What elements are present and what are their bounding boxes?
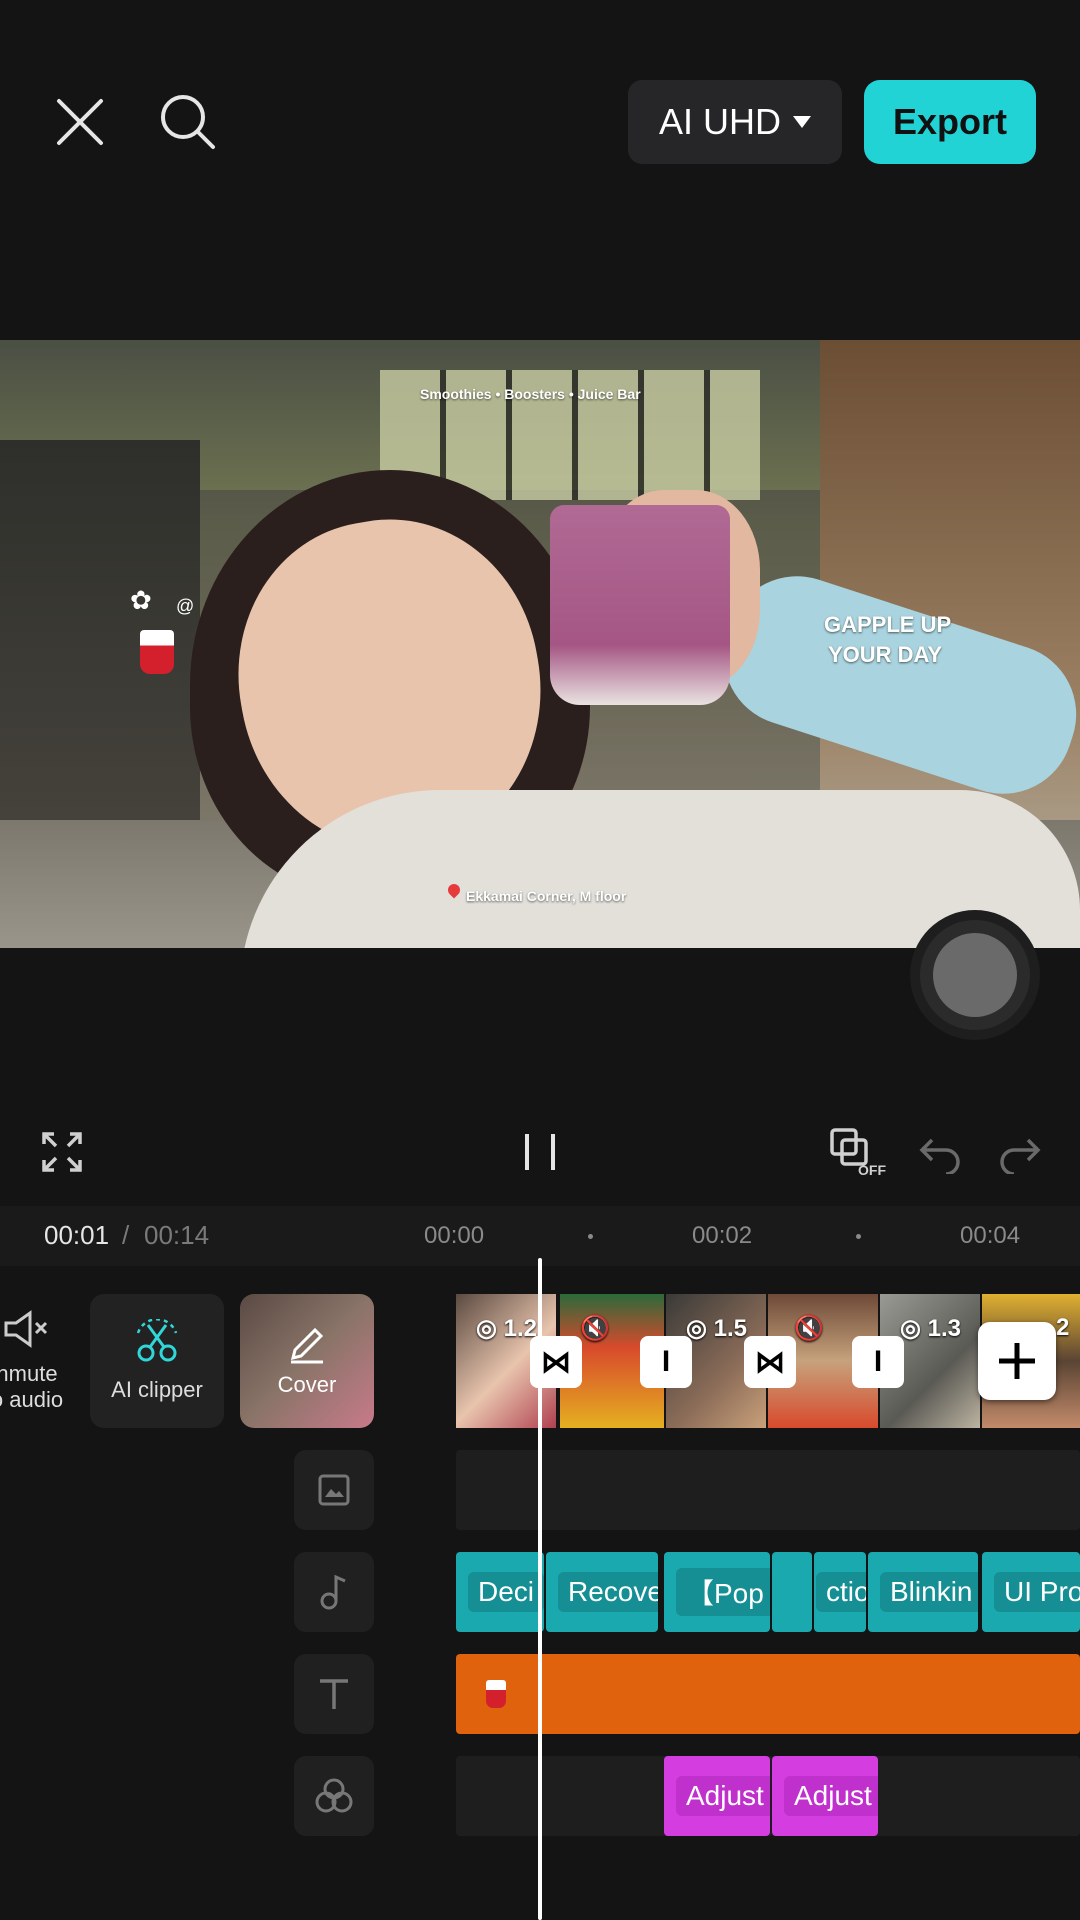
quality-dropdown[interactable]: AI UHD bbox=[628, 80, 842, 164]
plus-icon bbox=[999, 1343, 1035, 1379]
smoothie-cup bbox=[550, 505, 730, 705]
unmute-audio-button[interactable]: nmute o audio bbox=[0, 1294, 74, 1428]
playhead[interactable] bbox=[538, 1258, 542, 1920]
cup-sticker-icon bbox=[486, 1680, 506, 1708]
undo-icon bbox=[919, 1138, 960, 1176]
adjust-clip[interactable]: Adjust bbox=[772, 1756, 878, 1836]
audio-clip-label: Blinkin bbox=[880, 1572, 978, 1612]
music-note-icon bbox=[320, 1574, 346, 1610]
current-time: 00:01 bbox=[44, 1220, 110, 1250]
spiral-sticker-icon: @ bbox=[176, 596, 195, 616]
export-button[interactable]: Export bbox=[864, 80, 1036, 164]
transition-button[interactable]: I bbox=[852, 1336, 904, 1388]
mute-badge-icon: 🔇 bbox=[794, 1315, 824, 1342]
audio-clip[interactable] bbox=[772, 1552, 812, 1632]
sticker-clip[interactable] bbox=[456, 1654, 1080, 1734]
redo-button[interactable] bbox=[998, 1134, 1042, 1176]
record-button-inner bbox=[933, 933, 1017, 1017]
speed-badge: ◎ 1.3 bbox=[900, 1315, 961, 1342]
ai-scissors-icon bbox=[136, 1319, 178, 1362]
audio-clip[interactable]: Blinkin bbox=[868, 1552, 978, 1632]
speed-value: 2 bbox=[1056, 1314, 1070, 1341]
close-button[interactable] bbox=[48, 90, 112, 154]
mute-speaker-icon bbox=[4, 1310, 48, 1348]
export-label: Export bbox=[892, 101, 1007, 142]
fullscreen-icon bbox=[42, 1132, 82, 1172]
shop-text: Smoothies • Boosters • Juice Bar bbox=[420, 386, 641, 402]
ruler-dot bbox=[856, 1234, 861, 1239]
audio-clip[interactable]: Deci bbox=[456, 1552, 544, 1632]
adjust-clip-label: Adjust bbox=[784, 1776, 878, 1816]
crop-toggle-button[interactable]: OFF bbox=[828, 1126, 890, 1182]
audio-track-button[interactable] bbox=[294, 1552, 374, 1632]
speed-value: 1.5 bbox=[713, 1315, 747, 1342]
cover-label: Cover bbox=[277, 1372, 337, 1397]
adjust-clip-label: Adjust bbox=[676, 1776, 770, 1816]
crop-toggle-state: OFF bbox=[858, 1162, 886, 1178]
fullscreen-button[interactable] bbox=[40, 1130, 84, 1174]
transition-button[interactable]: ⋈ bbox=[744, 1336, 796, 1388]
audio-clip[interactable]: 【Pop bbox=[664, 1552, 770, 1632]
search-button[interactable] bbox=[156, 90, 220, 154]
sticker-text-line1: GAPPLE UP bbox=[824, 612, 952, 637]
transition-button[interactable]: I bbox=[640, 1336, 692, 1388]
effects-circles-icon bbox=[315, 1778, 353, 1813]
speed-badge: 2 bbox=[1056, 1314, 1069, 1342]
audio-clip-label: ction bbox=[816, 1572, 866, 1612]
pencil-icon bbox=[290, 1327, 324, 1364]
audio-clip[interactable]: UI Pro bbox=[982, 1552, 1080, 1632]
flower-sticker-icon: ✿ bbox=[130, 585, 152, 615]
record-button[interactable] bbox=[920, 920, 1030, 1030]
add-clip-button[interactable] bbox=[978, 1322, 1056, 1400]
audio-clip[interactable]: Recove bbox=[546, 1552, 658, 1632]
total-time: 00:14 bbox=[144, 1220, 210, 1250]
speed-value: 1.3 bbox=[927, 1315, 961, 1342]
audio-clip-label: UI Pro bbox=[994, 1572, 1080, 1612]
text-icon bbox=[320, 1679, 348, 1709]
search-icon bbox=[161, 95, 215, 149]
sticker-text-line2: YOUR DAY bbox=[828, 642, 943, 667]
audio-clip-label: 【Pop bbox=[676, 1568, 770, 1616]
unmute-label-line2: o audio bbox=[0, 1387, 64, 1412]
location-text: Ekkamai Corner, M floor bbox=[466, 888, 627, 904]
audio-clip[interactable]: ction bbox=[814, 1552, 866, 1632]
redo-icon bbox=[1000, 1138, 1041, 1176]
overlay-lane[interactable] bbox=[456, 1450, 1080, 1530]
mute-badge-icon: 🔇 bbox=[580, 1315, 610, 1342]
quality-label: AI UHD bbox=[658, 101, 781, 142]
ai-clipper-label: AI clipper bbox=[111, 1377, 203, 1402]
undo-button[interactable] bbox=[918, 1134, 962, 1176]
effects-track-button[interactable] bbox=[294, 1756, 374, 1836]
time-separator: / bbox=[122, 1220, 130, 1250]
ruler-label: 00:02 bbox=[692, 1222, 753, 1249]
speed-badge: ◎ 1.2 bbox=[476, 1315, 537, 1342]
text-track-button[interactable] bbox=[294, 1654, 374, 1734]
overlay-image-icon bbox=[318, 1474, 350, 1506]
audio-clip-label: Recove bbox=[558, 1572, 658, 1612]
ruler-dot bbox=[588, 1234, 593, 1239]
ruler-label: 00:00 bbox=[424, 1222, 485, 1249]
audio-clip-label: Deci bbox=[468, 1572, 544, 1612]
video-preview[interactable]: Smoothies • Boosters • Juice Bar GAPPLE … bbox=[0, 340, 1080, 948]
overlay-track-button[interactable] bbox=[294, 1450, 374, 1530]
drink-sticker-icon bbox=[140, 630, 174, 674]
pause-button[interactable] bbox=[522, 1130, 558, 1174]
unmute-label-line1: nmute bbox=[0, 1361, 58, 1386]
close-icon bbox=[57, 99, 103, 145]
chevron-down-icon bbox=[793, 116, 811, 128]
ai-clipper-button[interactable]: AI clipper bbox=[90, 1294, 224, 1428]
adjust-clip[interactable]: Adjust bbox=[664, 1756, 770, 1836]
speed-badge: ◎ 1.5 bbox=[686, 1315, 747, 1342]
pause-icon bbox=[525, 1134, 555, 1170]
ruler-label: 00:04 bbox=[960, 1222, 1021, 1249]
cover-button[interactable]: Cover bbox=[240, 1294, 374, 1428]
